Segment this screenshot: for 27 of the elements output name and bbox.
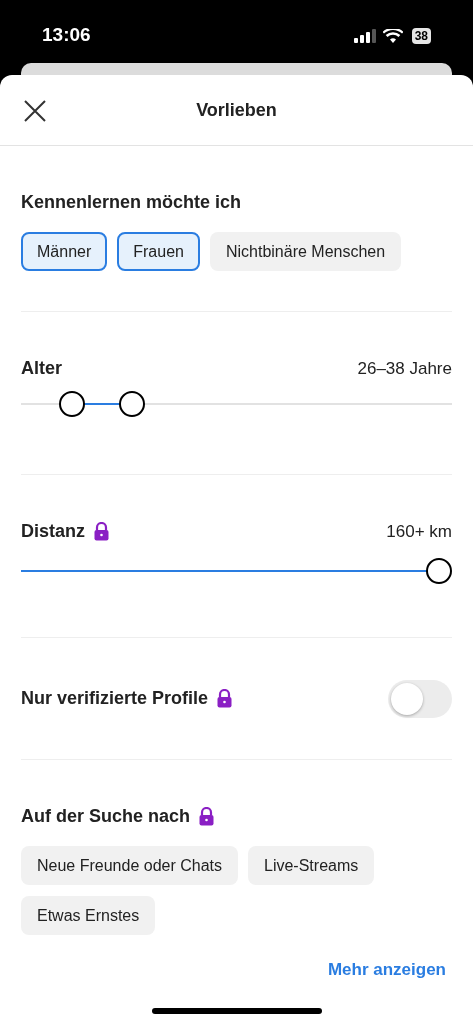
distance-slider[interactable] [21, 558, 452, 584]
show-more-link[interactable]: Mehr anzeigen [327, 957, 446, 983]
filter-chip[interactable]: Nichtbinäre Menschen [209, 232, 402, 271]
sheet-title: Vorlieben [196, 98, 277, 122]
close-icon [23, 99, 47, 123]
close-button[interactable] [22, 98, 48, 124]
slider-thumb[interactable] [59, 391, 86, 417]
filter-chip[interactable]: Frauen [117, 232, 200, 271]
distance-value: 160+ km [386, 520, 452, 543]
filter-chip[interactable]: Männer [21, 232, 108, 271]
section-title: Auf der Suche nach [21, 805, 191, 828]
slider-thumb[interactable] [119, 391, 145, 417]
section-title: Kennenlernen möchte ich [21, 191, 242, 214]
range-value: 26–38 Jahre [357, 357, 452, 380]
signal-icon [353, 28, 376, 43]
slider-thumb[interactable] [426, 558, 452, 584]
section-title: Nur verifizierte Profile [21, 687, 209, 710]
wifi-icon [382, 28, 403, 43]
status-time: 13:06 [42, 23, 91, 48]
battery-icon: 38 [411, 27, 431, 44]
filter-chip[interactable]: Neue Freunde oder Chats [21, 846, 238, 885]
filter-chip[interactable]: Live-Streams [248, 846, 375, 885]
section-title: Alter [21, 357, 62, 380]
section-title: Distanz [21, 520, 85, 543]
range-slider[interactable] [21, 391, 452, 417]
filter-chip[interactable]: Etwas Ernstes [21, 896, 156, 935]
toggle-switch[interactable] [388, 679, 452, 718]
